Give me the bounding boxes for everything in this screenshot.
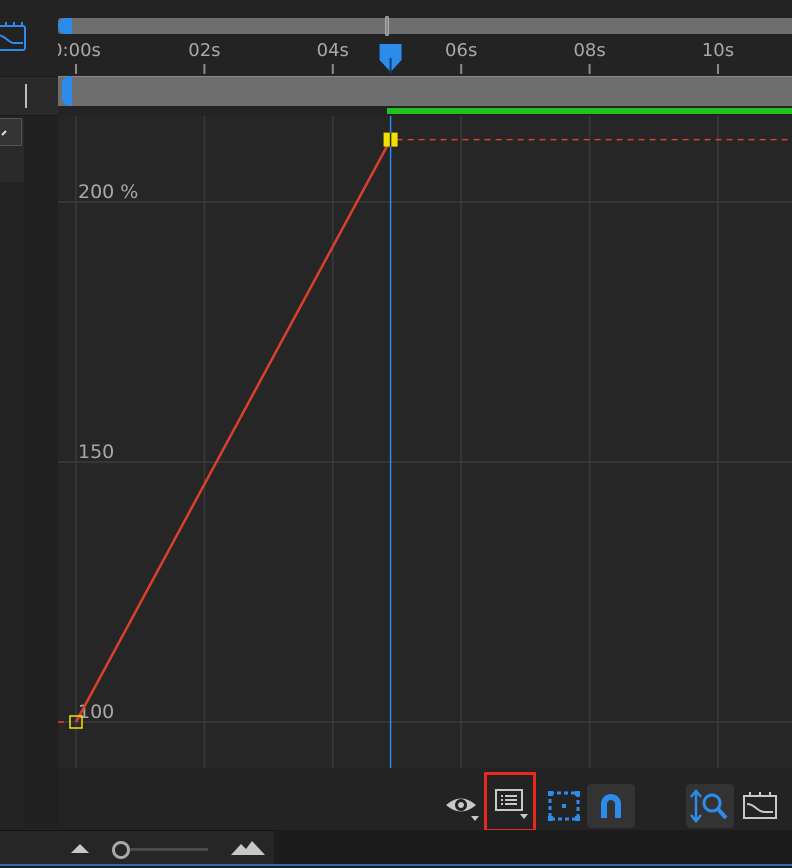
zoom-slider-thumb[interactable] <box>112 841 130 859</box>
time-label: 08s <box>573 40 605 61</box>
show-properties-button[interactable] <box>442 784 484 828</box>
fit-selection-button[interactable] <box>544 784 584 828</box>
time-ruler-ticks[interactable]: 0:00s 02s 04s 06s 08s 10s <box>58 38 792 74</box>
property-checkbox[interactable] <box>0 118 22 146</box>
zoom-controls <box>0 830 274 866</box>
zoom-height-icon <box>690 789 728 823</box>
time-label: 0:00s <box>58 40 101 61</box>
left-panel-row <box>0 76 58 116</box>
graph-editor-toolbar <box>58 768 792 832</box>
fit-selection-icon <box>548 791 580 821</box>
panel-divider <box>25 84 27 108</box>
time-navigator-center-handle[interactable] <box>385 16 389 36</box>
time-label: 04s <box>317 40 349 61</box>
timeline-zoom-bar <box>0 830 792 868</box>
work-area-start-handle[interactable] <box>62 76 72 106</box>
time-label: 02s <box>188 40 220 61</box>
left-panel-gutter <box>24 116 58 828</box>
time-navigator-bar[interactable] <box>58 18 792 34</box>
magnet-icon <box>601 794 621 818</box>
time-ruler: 0:00s 02s 04s 06s 08s 10s <box>58 0 792 116</box>
value-axis-label: 100 <box>78 701 114 723</box>
graph-editor-icon[interactable] <box>0 22 28 56</box>
time-label: 10s <box>702 40 734 61</box>
value-axis-label: 150 <box>78 441 114 463</box>
work-area-bar[interactable] <box>58 76 792 106</box>
auto-zoom-height-button[interactable] <box>686 784 734 828</box>
snap-button[interactable] <box>587 784 635 828</box>
graph-editor-area[interactable]: 200 % 150 100 <box>58 116 792 768</box>
value-curve[interactable] <box>74 139 392 723</box>
eye-icon <box>446 798 479 821</box>
zoom-slider-track[interactable] <box>120 848 208 851</box>
value-axis-label: 200 % <box>78 181 138 203</box>
zoom-in-mountain-icon[interactable] <box>230 839 266 857</box>
graph-editor-icon <box>743 792 777 819</box>
graph-editor-toggle-button[interactable] <box>738 784 782 828</box>
graph-options-button[interactable] <box>484 772 536 832</box>
time-label: 06s <box>445 40 477 61</box>
time-navigator-start-handle[interactable] <box>58 18 72 34</box>
list-icon <box>495 789 528 819</box>
zoom-out-mountain-icon[interactable] <box>68 839 92 857</box>
panel-bottom-border <box>0 864 792 866</box>
render-bar <box>387 108 792 114</box>
